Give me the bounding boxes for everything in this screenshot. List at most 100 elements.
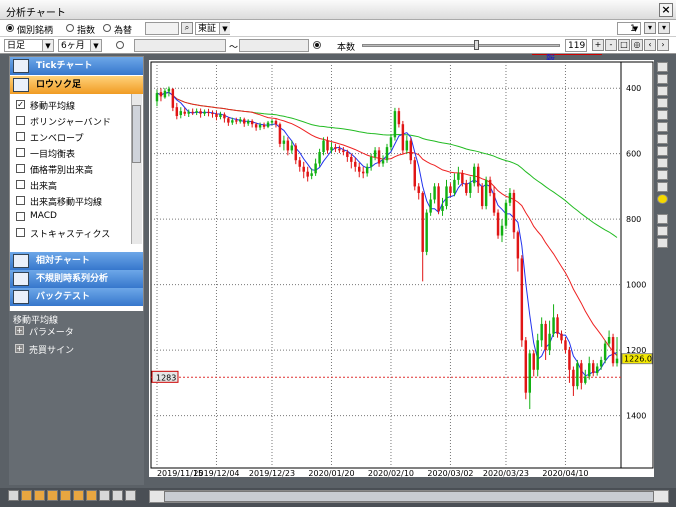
candle-body	[572, 369, 575, 387]
line-tool-icon[interactable]	[657, 74, 668, 84]
zoom-next-icon[interactable]: ›	[657, 39, 669, 51]
bottom-tool-icon[interactable]	[86, 490, 97, 501]
indicator-checkbox[interactable]	[16, 212, 25, 221]
circle-tool-icon[interactable]	[657, 158, 668, 168]
window-layout-icon[interactable]: ▾	[644, 22, 656, 34]
indicator-checkbox[interactable]	[16, 196, 25, 205]
bottom-tool-icon[interactable]	[21, 490, 32, 501]
text-tool-icon[interactable]	[657, 170, 668, 180]
range-chevron-icon[interactable]: ▼	[90, 40, 101, 51]
indicator-item-label[interactable]: 一目均衡表	[30, 147, 75, 160]
eraser-tool-icon[interactable]	[657, 182, 668, 192]
expand-params-icon[interactable]: +	[15, 326, 24, 335]
candle-body	[167, 88, 171, 92]
close-button[interactable]: ×	[659, 3, 673, 17]
candle-body	[326, 140, 329, 151]
zoom-in-icon[interactable]: +	[592, 39, 604, 51]
indicator-checkbox[interactable]: ✓	[16, 100, 25, 109]
indicator-checkbox[interactable]	[16, 132, 25, 141]
indicator-checkbox[interactable]	[16, 180, 25, 189]
code-input[interactable]	[145, 22, 179, 35]
x-tick-label: 2020/02/10	[368, 469, 414, 477]
chevron-down-icon[interactable]: ▼	[219, 23, 230, 34]
start-date-field[interactable]	[134, 39, 226, 52]
indicator-item-label[interactable]: 価格帯別出来高	[30, 163, 93, 176]
bottom-tool-icon[interactable]	[125, 490, 136, 501]
fibo-tool-icon[interactable]	[657, 134, 668, 144]
x-tick-label: 2020/03/23	[483, 469, 529, 477]
bottom-tool-icon[interactable]	[99, 490, 110, 501]
candlestick-chart[interactable]: 4006008001000120014002019/11/152019/12/0…	[149, 60, 654, 478]
settings-icon[interactable]	[657, 238, 668, 248]
indicator-checkbox[interactable]	[16, 148, 25, 157]
candle-body	[278, 124, 282, 144]
zoom-prev-icon[interactable]: ‹	[644, 39, 656, 51]
chart-area[interactable]: 400 600 800 1000 1200 1400 2019/11/15 2019/12/0…	[149, 60, 654, 478]
indicator-item-label[interactable]: エンベロープ	[30, 131, 83, 144]
channel-tool-icon[interactable]	[657, 122, 668, 132]
radio-individual[interactable]	[6, 24, 14, 32]
trend-tool-icon[interactable]	[657, 86, 668, 96]
print-icon[interactable]	[657, 226, 668, 236]
pointer-tool-icon[interactable]	[657, 62, 668, 72]
tick-chart-header[interactable]: Tickチャート	[10, 57, 143, 75]
bottom-tool-icon[interactable]	[60, 490, 71, 501]
expand-signals-icon[interactable]: +	[15, 344, 24, 353]
bottom-tool-icon[interactable]	[112, 490, 123, 501]
candle-body	[195, 111, 198, 113]
end-date-field[interactable]	[239, 39, 309, 52]
layout-chevron-icon[interactable]: ▼	[630, 23, 641, 34]
indicator-item-label[interactable]: 移動平均線	[30, 99, 75, 112]
backtest-header[interactable]: バックテスト	[10, 288, 143, 306]
vline-tool-icon[interactable]	[657, 110, 668, 120]
radio-index[interactable]	[66, 24, 74, 32]
fan-tool-icon[interactable]	[657, 146, 668, 156]
candle-body	[441, 206, 444, 211]
radio-date-range[interactable]	[116, 41, 124, 49]
indicator-checkbox[interactable]	[16, 164, 25, 173]
count-slider-thumb[interactable]	[474, 40, 479, 50]
bottom-tool-icon[interactable]	[8, 490, 19, 501]
indicator-checkbox[interactable]	[16, 116, 25, 125]
bottom-tool-icon[interactable]	[34, 490, 45, 501]
bottom-tool-icon[interactable]	[73, 490, 84, 501]
indicator-item-label[interactable]: 出来高移動平均線	[30, 195, 102, 208]
candle-body	[274, 120, 278, 125]
range-value: 6ヶ月	[61, 41, 85, 51]
bottom-tool-icon[interactable]	[47, 490, 58, 501]
irregular-header[interactable]: 不規則時系列分析	[10, 270, 143, 288]
search-icon[interactable]: ⌕	[181, 22, 193, 34]
indicator-checkbox[interactable]	[16, 228, 25, 237]
toolbar-row-1: 個別銘柄 指数 為替 ⌕ 東証 ▼ ! お取引注意情報 1 ▼ ▾ ▾	[0, 20, 676, 64]
relative-chart-header[interactable]: 相対チャート	[10, 252, 143, 270]
chart-scroll-thumb[interactable]	[164, 491, 654, 502]
camera-icon[interactable]	[657, 214, 668, 224]
radio-count[interactable]	[313, 41, 321, 49]
candle-body	[540, 323, 543, 341]
count-value[interactable]: 119	[565, 39, 587, 52]
zoom-out-icon[interactable]: -	[605, 39, 617, 51]
candle-body	[401, 124, 405, 151]
indicator-item-label[interactable]: ストキャスティクス	[30, 227, 110, 240]
params-label[interactable]: パラメータ	[29, 325, 74, 338]
indicator-item-label[interactable]: MACD	[30, 211, 57, 221]
zoom-fit-icon[interactable]: □	[618, 39, 630, 51]
hline-tool-icon[interactable]	[657, 98, 668, 108]
zoom-reset-icon[interactable]: ◎	[631, 39, 643, 51]
period-chevron-icon[interactable]: ▼	[42, 40, 53, 51]
menu-down-icon[interactable]: ▾	[658, 22, 670, 34]
smiley-icon[interactable]	[657, 194, 668, 204]
count-slider-track[interactable]	[362, 44, 560, 47]
candle-body	[611, 337, 615, 364]
radio-fx[interactable]	[103, 24, 111, 32]
indicator-item-label[interactable]: 出来高	[30, 179, 57, 192]
candle-body	[615, 358, 619, 364]
y-tick-label: 800	[626, 215, 641, 224]
candle-header[interactable]: ロウソク足	[10, 76, 143, 94]
candle-body	[607, 337, 611, 344]
candle-body	[203, 111, 206, 114]
candle-body	[250, 120, 254, 125]
indicator-item-label[interactable]: ボリンジャーバンド	[30, 115, 111, 128]
signals-label[interactable]: 売買サイン	[29, 343, 74, 356]
indicator-list-scroll-thumb[interactable]	[132, 105, 141, 163]
